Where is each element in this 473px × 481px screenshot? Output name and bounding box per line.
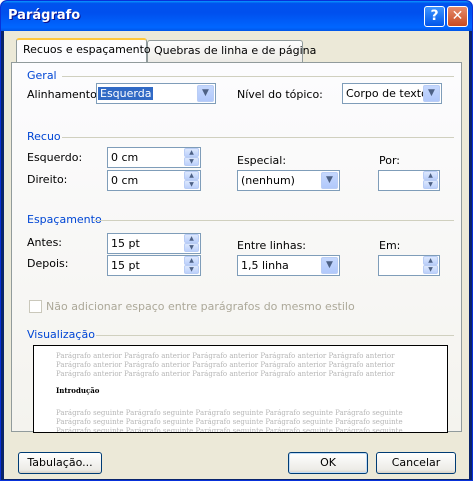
spin-down-icon[interactable]: ▼ — [184, 265, 199, 274]
alinhamento-select[interactable]: Esquerda ▼ — [96, 83, 216, 104]
depois-spinner[interactable]: 15 pt ▲ ▼ — [107, 255, 201, 276]
nao-adicionar-checkbox[interactable] — [29, 300, 42, 313]
esquerdo-label: Esquerdo: — [27, 151, 83, 164]
em-spinner[interactable]: ▲ ▼ — [378, 255, 440, 276]
ok-button[interactable]: OK — [288, 452, 368, 474]
spin-up-icon[interactable]: ▲ — [184, 234, 199, 243]
close-button[interactable]: ✕ — [447, 6, 468, 27]
depois-value: 15 pt — [111, 259, 140, 272]
antes-spinner[interactable]: 15 pt ▲ ▼ — [107, 233, 201, 254]
preview-next-line: Parágrafo seguinte Parágrafo seguinte Pa… — [56, 418, 403, 426]
preview-prev-line: Parágrafo anterior Parágrafo anterior Pa… — [56, 352, 395, 360]
nivel-topico-label: Nível do tópico: — [237, 88, 323, 101]
spin-down-icon[interactable]: ▼ — [184, 243, 199, 252]
direito-value: 0 cm — [111, 174, 139, 187]
divider — [94, 220, 454, 221]
title-bar[interactable]: Parágrafo ? ✕ — [1, 1, 472, 31]
spin-up-icon[interactable]: ▲ — [423, 256, 438, 265]
paragraph-dialog: Parágrafo ? ✕ Recuos e espaçamento Quebr… — [0, 0, 473, 481]
spin-up-icon[interactable]: ▲ — [184, 148, 199, 157]
esquerdo-value: 0 cm — [111, 151, 139, 164]
chevron-down-icon[interactable]: ▼ — [423, 85, 440, 102]
direito-label: Direito: — [27, 173, 68, 186]
tab-quebras-de-linha[interactable]: Quebras de linha e de página — [147, 40, 316, 62]
direito-spinner[interactable]: 0 cm ▲ ▼ — [107, 170, 201, 191]
chevron-down-icon[interactable]: ▼ — [321, 172, 338, 189]
esquerdo-spinner[interactable]: 0 cm ▲ ▼ — [107, 147, 201, 168]
spin-up-icon[interactable]: ▲ — [423, 171, 438, 180]
alinhamento-label: Alinhamento: — [27, 88, 101, 101]
entre-linhas-label: Entre linhas: — [237, 239, 307, 252]
section-geral-title: Geral — [27, 69, 57, 82]
spin-down-icon[interactable]: ▼ — [184, 180, 199, 189]
em-label: Em: — [379, 239, 401, 252]
preview-next-line: Parágrafo seguinte Parágrafo seguinte Pa… — [56, 427, 403, 433]
nivel-topico-select[interactable]: Corpo de texto ▼ — [342, 83, 442, 104]
chevron-down-icon[interactable]: ▼ — [321, 257, 338, 274]
por-spinner[interactable]: ▲ ▼ — [378, 170, 440, 191]
nivel-topico-value: Corpo de texto — [346, 87, 428, 100]
dialog-body: Recuos e espaçamento Quebras de linha e … — [4, 31, 469, 479]
nao-adicionar-label: Não adicionar espaço entre parágrafos do… — [46, 300, 355, 313]
divider — [62, 76, 454, 77]
alinhamento-value: Esquerda — [98, 87, 154, 100]
divider — [62, 137, 454, 138]
depois-label: Depois: — [27, 257, 69, 270]
tab-panel: Geral Alinhamento: Esquerda ▼ Nível do t… — [11, 62, 462, 433]
section-espacamento-title: Espaçamento — [27, 213, 102, 226]
especial-select[interactable]: (nenhum) ▼ — [237, 170, 340, 191]
window-title: Parágrafo — [8, 8, 81, 23]
spin-down-icon[interactable]: ▼ — [184, 157, 199, 166]
especial-label: Especial: — [237, 154, 287, 167]
preview-prev-line: Parágrafo anterior Parágrafo anterior Pa… — [56, 361, 395, 369]
tab-recuos-espacamento[interactable]: Recuos e espaçamento — [16, 38, 151, 62]
antes-label: Antes: — [27, 236, 63, 249]
section-recuo-title: Recuo — [27, 130, 61, 143]
chevron-down-icon[interactable]: ▼ — [197, 85, 214, 102]
spin-up-icon[interactable]: ▲ — [184, 256, 199, 265]
cancel-button[interactable]: Cancelar — [376, 452, 456, 474]
preview-next-line: Parágrafo seguinte Parágrafo seguinte Pa… — [56, 409, 403, 417]
especial-value: (nenhum) — [241, 174, 295, 187]
antes-value: 15 pt — [111, 237, 140, 250]
tabulacao-button[interactable]: Tabulação... — [18, 452, 102, 474]
spin-down-icon[interactable]: ▼ — [423, 265, 438, 274]
preview-box: Parágrafo anterior Parágrafo anterior Pa… — [33, 345, 448, 433]
por-label: Por: — [379, 154, 401, 167]
spin-down-icon[interactable]: ▼ — [423, 180, 438, 189]
preview-prev-line: Parágrafo anterior Parágrafo anterior Pa… — [56, 370, 395, 378]
spin-up-icon[interactable]: ▲ — [184, 171, 199, 180]
help-button[interactable]: ? — [424, 6, 445, 27]
entre-linhas-value: 1,5 linha — [241, 259, 289, 272]
entre-linhas-select[interactable]: 1,5 linha ▼ — [237, 255, 340, 276]
divider — [96, 335, 454, 336]
section-visualizacao-title: Visualização — [27, 328, 95, 341]
preview-current-paragraph: Introdução — [56, 386, 100, 395]
